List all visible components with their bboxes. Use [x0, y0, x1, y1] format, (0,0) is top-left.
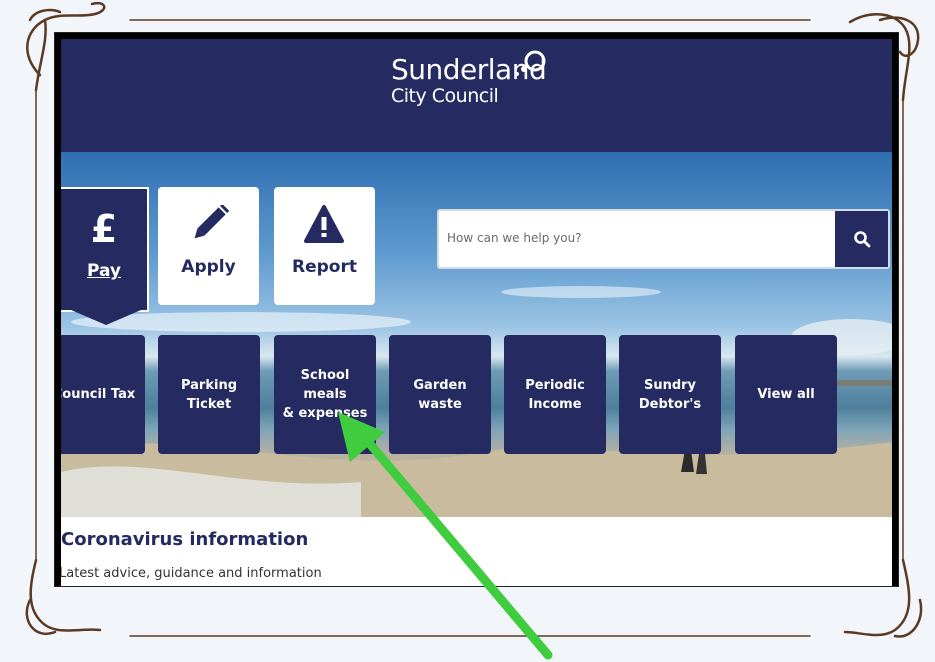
- pay-button[interactable]: £ Pay: [61, 187, 149, 312]
- tile-school-meals[interactable]: School meals & expenses: [274, 335, 376, 454]
- logo-mark-icon: [515, 50, 546, 76]
- report-button[interactable]: Report: [274, 187, 375, 305]
- tile-label: Periodic Income: [525, 377, 585, 412]
- pencil-icon: [194, 205, 230, 239]
- coronavirus-title[interactable]: Coronavirus information: [61, 529, 308, 550]
- tile-periodic-income[interactable]: Periodic Income: [504, 335, 606, 454]
- tile-label: School meals & expenses: [282, 368, 368, 421]
- tile-view-all[interactable]: View all: [735, 335, 837, 454]
- apply-label: Apply: [181, 257, 236, 277]
- tile-label: Sundry Debtor's: [638, 377, 702, 412]
- coronavirus-subtitle: Latest advice, guidance and information: [61, 566, 322, 581]
- coronavirus-panel: Coronavirus information Latest advice, g…: [61, 517, 892, 586]
- search-icon: [853, 231, 870, 248]
- report-label: Report: [292, 257, 357, 277]
- tile-parking-ticket[interactable]: Parking Ticket: [158, 335, 260, 454]
- tile-label: View all: [757, 387, 815, 402]
- search-input[interactable]: [445, 217, 829, 259]
- warning-icon: [304, 205, 344, 243]
- tile-label: Council Tax: [61, 387, 136, 402]
- search-button[interactable]: [835, 211, 888, 267]
- tile-council-tax[interactable]: Council Tax: [61, 335, 145, 454]
- pound-icon: £: [90, 207, 118, 251]
- hero-banner: £ Pay Apply Report How can we help you? …: [61, 152, 892, 517]
- tile-label: Garden waste: [413, 377, 467, 412]
- logo-line2: City Council: [391, 85, 499, 107]
- search-box: [437, 209, 890, 269]
- pay-button-pointer: [64, 307, 148, 325]
- apply-button[interactable]: Apply: [158, 187, 259, 305]
- website-screenshot: Sunderland City Council £ Pay Apply Repo…: [55, 33, 898, 586]
- tile-garden-waste[interactable]: Garden waste: [389, 335, 491, 454]
- tile-label: Parking Ticket: [180, 377, 238, 412]
- council-logo[interactable]: Sunderland City Council: [391, 50, 547, 107]
- pay-label: Pay: [86, 261, 122, 281]
- tile-sundry-debtors[interactable]: Sundry Debtor's: [619, 335, 721, 454]
- site-header: Sunderland City Council: [61, 39, 892, 152]
